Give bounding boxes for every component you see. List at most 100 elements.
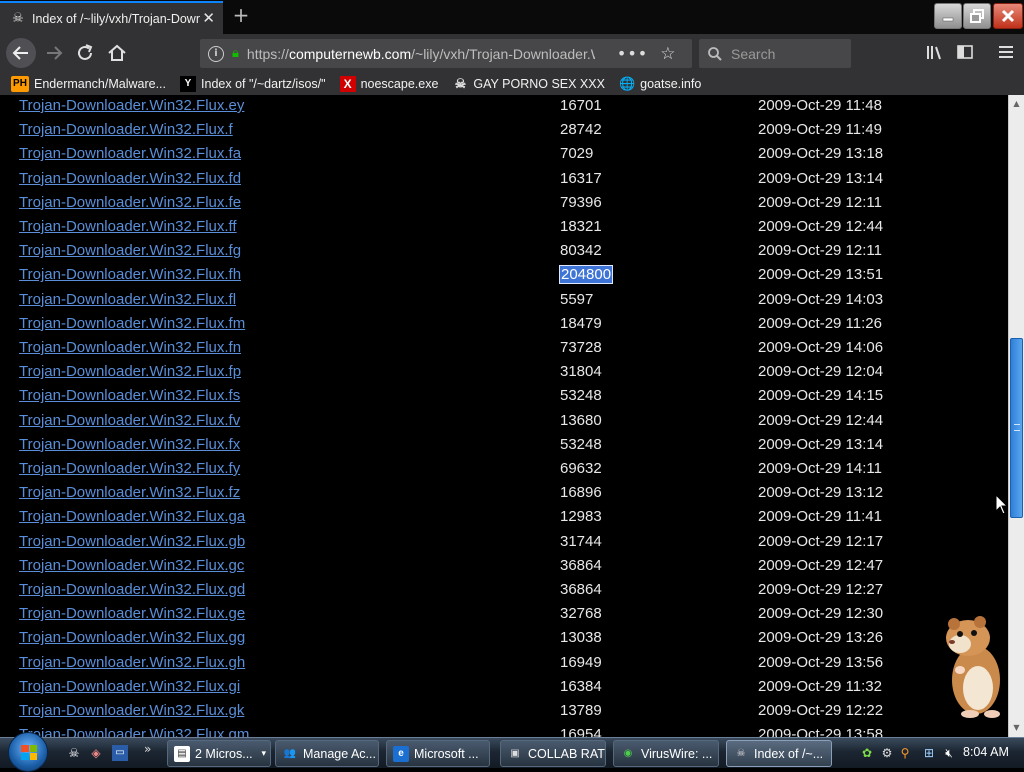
task-button-active[interactable]: ☠ Index of /~... [726, 740, 832, 767]
file-size: 16949 [560, 653, 602, 671]
file-link[interactable]: Trojan-Downloader.Win32.Flux.fg [19, 242, 241, 259]
scroll-up-icon[interactable]: ▲ [1009, 97, 1024, 111]
file-link[interactable]: Trojan-Downloader.Win32.Flux.fd [19, 170, 241, 187]
hamster-buddy-icon[interactable] [940, 614, 1006, 720]
chevron-right-icon[interactable]: » [144, 742, 151, 756]
file-size: 69632 [560, 460, 602, 477]
file-link[interactable]: Trojan-Downloader.Win32.Flux.gm [19, 726, 249, 737]
search-input[interactable] [731, 45, 841, 62]
task-label: 2 Micros... [195, 746, 253, 761]
file-link[interactable]: Trojan-Downloader.Win32.Flux.ey [19, 97, 244, 114]
file-link[interactable]: Trojan-Downloader.Win32.Flux.fs [19, 387, 240, 404]
file-link[interactable]: Trojan-Downloader.Win32.Flux.fv [19, 412, 240, 429]
file-link[interactable]: Trojan-Downloader.Win32.Flux.gg [19, 629, 245, 646]
tray-app-icon[interactable]: ✿ [860, 746, 874, 760]
bookmark-item[interactable]: 🌐 goatse.info [619, 76, 701, 92]
bookmark-item[interactable]: ☠ GAY PORNO SEX XXX [452, 76, 605, 92]
task-button[interactable]: e Microsoft ... [386, 740, 490, 767]
scroll-thumb[interactable] [1010, 338, 1023, 518]
task-button[interactable]: 👥 Manage Ac... [275, 740, 379, 767]
file-link[interactable]: Trojan-Downloader.Win32.Flux.ga [19, 508, 245, 525]
file-link[interactable]: Trojan-Downloader.Win32.Flux.ff [19, 218, 237, 235]
desktop-icon[interactable]: ▭ [112, 745, 128, 761]
file-row: Trojan-Downloader.Win32.Flux.fd 16317 2009… [0, 168, 1000, 192]
active-tab[interactable]: ☠ Index of /~lily/vxh/Trojan-Downloader.… [0, 1, 223, 34]
file-date: 2009-Oct-29 12:27 [758, 581, 884, 598]
library-icon[interactable] [925, 43, 943, 61]
task-button[interactable]: ▤ 2 Micros... ▾ [167, 740, 271, 767]
file-date: 2009-Oct-29 12:30 [758, 605, 884, 623]
file-row: Trojan-Downloader.Win32.Flux.gc 36864 2009… [0, 555, 1000, 579]
file-link[interactable]: Trojan-Downloader.Win32.Flux.fe [19, 194, 241, 211]
file-link[interactable]: Trojan-Downloader.Win32.Flux.fp [19, 363, 241, 380]
forward-button[interactable] [40, 39, 68, 67]
file-row: Trojan-Downloader.Win32.Flux.fh 204800 200… [0, 264, 1000, 288]
address-bar[interactable]: i 🔒︎ https://computernewb.com/~lily/vxh/… [200, 39, 692, 68]
start-button[interactable] [8, 732, 48, 772]
file-link[interactable]: Trojan-Downloader.Win32.Flux.gb [19, 533, 245, 550]
minimize-button[interactable] [934, 3, 962, 29]
file-link[interactable]: Trojan-Downloader.Win32.Flux.fy [19, 460, 240, 477]
file-size: 32768 [560, 605, 602, 623]
file-row: Trojan-Downloader.Win32.Flux.fs 53248 2009… [0, 385, 1000, 409]
task-button[interactable]: ◉ VirusWire: ... [613, 740, 719, 767]
clock[interactable]: 8:04 AM [963, 745, 1009, 759]
close-window-button[interactable] [993, 3, 1023, 29]
file-row: Trojan-Downloader.Win32.Flux.gm 16954 2009… [0, 724, 1000, 737]
file-size: 53248 [560, 435, 602, 453]
file-row: Trojan-Downloader.Win32.Flux.fx 53248 2009… [0, 434, 1000, 458]
home-button[interactable] [103, 39, 131, 67]
file-row: Trojan-Downloader.Win32.Flux.fv 13680 2009… [0, 410, 1000, 434]
file-link[interactable]: Trojan-Downloader.Win32.Flux.gc [19, 557, 244, 574]
file-link[interactable]: Trojan-Downloader.Win32.Flux.fx [19, 436, 240, 453]
file-link[interactable]: Trojan-Downloader.Win32.Flux.fz [19, 484, 240, 501]
quicklaunch-app-icon[interactable]: ◈ [88, 745, 104, 761]
file-link[interactable]: Trojan-Downloader.Win32.Flux.ge [19, 605, 245, 622]
scroll-down-icon[interactable]: ▼ [1009, 721, 1024, 735]
network-icon[interactable]: ⊞ [922, 746, 936, 760]
file-link[interactable]: Trojan-Downloader.Win32.Flux.fn [19, 339, 241, 356]
bookmark-item[interactable]: Y Index of "/~dartz/isos/" [180, 75, 326, 92]
restore-button[interactable] [963, 3, 991, 29]
file-link[interactable]: Trojan-Downloader.Win32.Flux.gh [19, 654, 245, 671]
restore-icon [970, 9, 984, 23]
skull-icon: ☠ [454, 75, 467, 91]
search-box[interactable] [699, 39, 851, 68]
file-row: Trojan-Downloader.Win32.Flux.gb 31744 2009… [0, 531, 1000, 555]
file-link[interactable]: Trojan-Downloader.Win32.Flux.gd [19, 581, 245, 598]
bookmark-item[interactable]: PH Endermanch/Malware... [11, 75, 166, 92]
site-info-icon[interactable]: i [208, 45, 224, 62]
file-size: 12983 [560, 508, 602, 526]
page-content: Trojan-Downloader.Win32.Flux.ey 16701 2009… [0, 95, 1008, 737]
volume-muted-icon[interactable]: 🔇︎ [942, 746, 956, 760]
file-size: 36864 [560, 556, 602, 574]
bookmark-item[interactable]: X noescape.exe [339, 75, 438, 92]
reload-button[interactable] [71, 39, 99, 67]
sidebar-icon[interactable] [956, 43, 974, 61]
file-size: 79396 [560, 193, 602, 211]
file-link[interactable]: Trojan-Downloader.Win32.Flux.fh [19, 266, 241, 283]
file-link[interactable]: Trojan-Downloader.Win32.Flux.gi [19, 678, 240, 695]
close-tab-icon[interactable]: ✕ [202, 10, 215, 26]
url-text[interactable]: https://computernewb.com/~lily/vxh/Troja… [247, 46, 595, 62]
file-date: 2009-Oct-29 12:17 [758, 532, 884, 550]
task-button[interactable]: ▣ COLLAB RAT [500, 740, 606, 767]
bookmark-star-icon[interactable]: ☆ [660, 44, 675, 64]
new-tab-button[interactable]: + [230, 5, 252, 27]
file-size: 36864 [560, 581, 602, 598]
page-actions-icon[interactable]: ••• [617, 44, 648, 63]
tray-search-icon[interactable]: ⚲ [898, 746, 912, 760]
vertical-scrollbar[interactable]: ▲ ▼ [1008, 95, 1024, 737]
back-button[interactable] [6, 38, 36, 68]
windows-logo-icon [21, 745, 37, 760]
users-icon: 👥 [283, 747, 297, 759]
file-link[interactable]: Trojan-Downloader.Win32.Flux.fa [19, 145, 241, 162]
file-link[interactable]: Trojan-Downloader.Win32.Flux.gk [19, 702, 244, 719]
file-link[interactable]: Trojan-Downloader.Win32.Flux.fm [19, 315, 245, 332]
file-row: Trojan-Downloader.Win32.Flux.gi 16384 2009… [0, 676, 1000, 700]
file-link[interactable]: Trojan-Downloader.Win32.Flux.fl [19, 291, 236, 308]
hamburger-menu-icon[interactable] [997, 43, 1015, 61]
tray-gear-icon[interactable]: ⚙ [880, 746, 894, 760]
file-link[interactable]: Trojan-Downloader.Win32.Flux.f [19, 121, 233, 138]
skull-quicklaunch-icon[interactable]: ☠ [66, 745, 82, 761]
